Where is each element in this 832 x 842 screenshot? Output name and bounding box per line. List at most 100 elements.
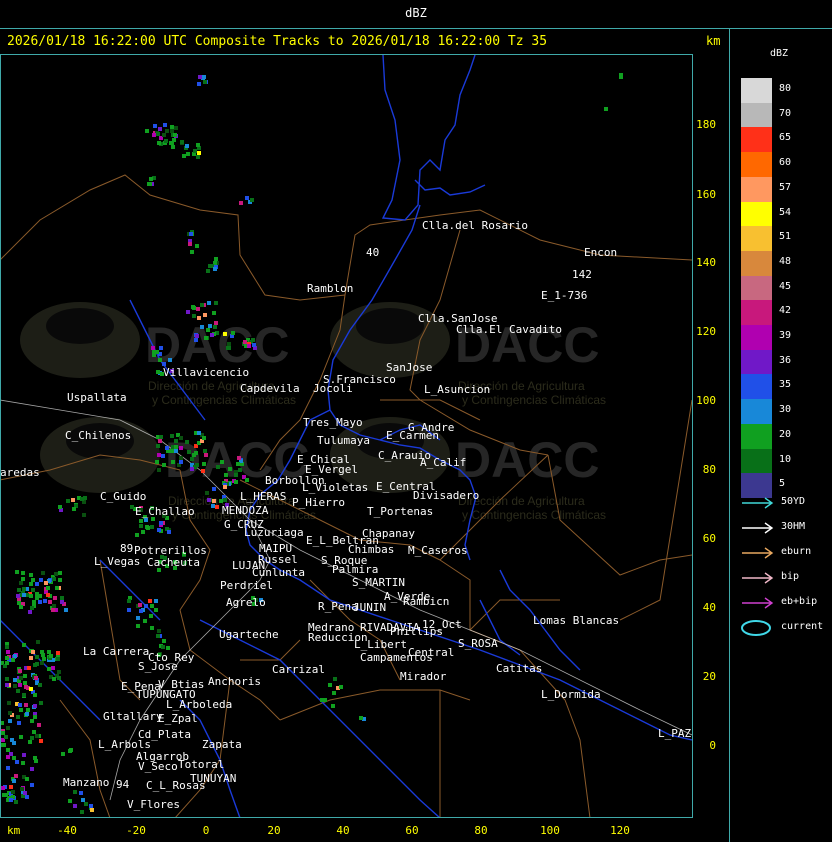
echo-cell [39,578,43,582]
echo-cell [158,127,162,131]
echo-cell [200,303,204,307]
echo-cell [25,777,29,781]
echo-cell [203,313,207,317]
track-label: eb+bip [781,596,818,607]
echo-cell [53,596,57,600]
legend-level-label: 42 [779,305,792,317]
track-arrow-icon [742,547,774,559]
echo-cell [158,439,162,443]
echo-cell [21,761,25,765]
echo-cell [14,774,18,778]
echo-cell [2,793,6,797]
place-label: Perdriel [220,579,273,592]
track-label: 50YD [781,496,806,507]
echo-cell [54,572,58,576]
echo-cell [212,487,216,491]
place-label: P_Hierro [292,496,345,509]
echo-cell [169,141,173,145]
echo-cell [37,723,41,727]
echo-cell [237,456,241,460]
legend-level-label: 45 [779,280,792,292]
echo-cell [22,643,26,647]
echo-cell [213,267,217,271]
echo-cell [11,790,15,794]
echo-cell [170,434,174,438]
echo-cell [174,449,178,453]
place-label: Luzuriaga [244,526,304,539]
echo-cell [21,577,25,581]
echo-cell [16,689,20,693]
echo-cell [35,596,39,600]
echo-cell [72,507,76,511]
echo-cell [214,301,218,305]
echo-cell [32,730,36,734]
echo-cell [149,614,153,618]
echo-cell [52,577,56,581]
echo-cell [35,582,39,586]
place-label: 89 [120,542,133,555]
title-bar: dBZ [0,0,832,29]
y-tick-label: 180 [696,118,716,131]
echo-cell [156,370,160,374]
place-label: S.Francisco [323,373,396,386]
echo-cell [30,606,34,610]
echo-cell [212,499,216,503]
echo-cell [159,521,163,525]
echo-cell [220,460,224,464]
echo-cell [33,704,37,708]
place-label: L_Arboleda [166,698,232,711]
track-arrow-icon [742,522,774,534]
echo-cell [214,257,218,261]
echo-cell [185,144,189,148]
current-position-icon [741,620,771,636]
echo-cell [11,658,15,662]
echo-cell [223,498,227,502]
echo-cell [29,582,33,586]
echo-cell [73,804,77,808]
echo-cell [179,446,183,450]
echo-cell [46,593,50,597]
echo-cell [60,596,64,600]
echo-cell [207,301,211,305]
y-tick-label: 40 [702,601,716,614]
echo-cell [29,687,33,691]
legend-swatch [741,349,772,375]
echo-cell [24,703,28,707]
window-title: dBZ [405,6,427,20]
place-label: C_L_Rosas [146,779,206,792]
echo-cell [35,592,39,596]
echo-cell [161,645,165,649]
echo-cell [145,129,149,133]
echo-cell [156,634,160,638]
echo-cell [16,594,20,598]
x-tick-label: -20 [126,824,146,837]
echo-cell [154,608,158,612]
echo-cell [33,715,37,719]
echo-cell [234,473,238,477]
echo-cell [211,504,215,508]
legend-swatch [741,275,772,301]
echo-cell [214,321,218,325]
echo-cell [61,752,65,756]
echo-cell [173,133,177,137]
echo-cell [150,525,154,529]
echo-cell [8,711,12,715]
echo-cell [66,499,70,503]
y-tick-label: 160 [696,188,716,201]
echo-cell [19,676,23,680]
legend-swatch [741,102,772,128]
echo-cell [81,798,85,802]
echo-cell [68,799,72,803]
x-tick-label: -40 [57,824,77,837]
echo-cell [150,604,154,608]
echo-cell [156,444,160,448]
echo-cell [216,465,220,469]
echo-cell [1,786,5,790]
place-label: V_Seco [138,760,178,773]
echo-cell [164,139,168,143]
radar-map[interactable]: DACCDirección de Agriculturay Contingenc… [0,54,693,818]
place-label: 142 [572,268,592,281]
echo-cell [150,626,154,630]
legend-level-label: 60 [779,157,792,169]
echo-cell [13,678,17,682]
